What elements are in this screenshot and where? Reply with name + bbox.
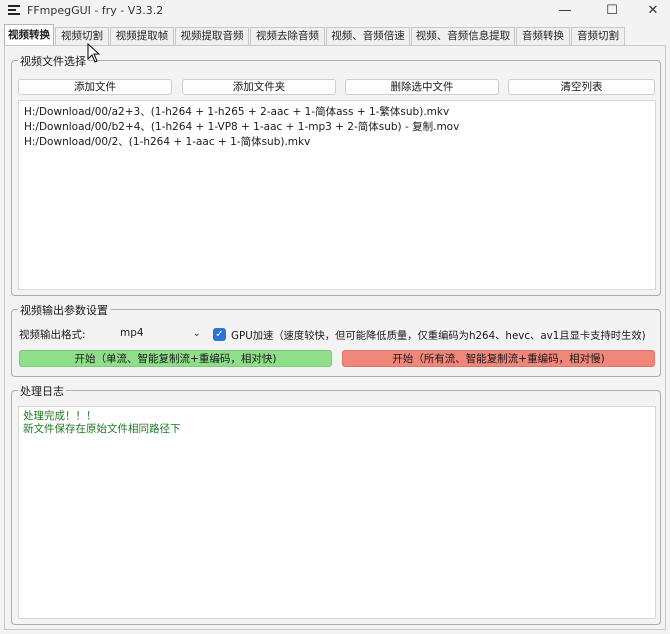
list-item[interactable]: H:/Download/00/a2+3、(1-h264 + 1-h265 + 2… (19, 105, 655, 120)
tab-audio-cut[interactable]: 音频切割 (571, 27, 625, 45)
close-button[interactable]: ✕ (638, 2, 668, 20)
maximize-button[interactable]: ☐ (597, 2, 627, 20)
format-select-value: mp4 (120, 327, 144, 339)
output-settings-group: 视频输出参数设置 视频输出格式: mp4 ⌄ ✓ GPU加速（速度较快，但可能降… (11, 302, 661, 377)
file-select-title: 视频文件选择 (18, 53, 88, 69)
start-fast-button[interactable]: 开始（单流、智能复制流+重编码，相对快) (19, 350, 332, 367)
log-group: 处理日志 处理完成！！！ 新文件保存在原始文件相同路径下 (11, 383, 661, 625)
chevron-down-icon: ⌄ (192, 328, 201, 339)
tab-video-convert[interactable]: 视频转换 (4, 24, 54, 46)
tab-panel-video-convert: 视频文件选择 添加文件 添加文件夹 删除选中文件 清空列表 H:/Downloa… (4, 45, 666, 630)
start-slow-button[interactable]: 开始（所有流、智能复制流+重编码，相对慢) (342, 350, 655, 367)
tab-speed[interactable]: 视频、音频倍速 (326, 27, 410, 45)
tab-video-extract-frame[interactable]: 视频提取帧 (110, 27, 174, 45)
clear-list-button[interactable]: 清空列表 (508, 79, 655, 95)
log-title: 处理日志 (18, 383, 66, 399)
format-select[interactable]: mp4 ⌄ (113, 325, 207, 343)
list-item[interactable]: H:/Download/00/2、(1-h264 + 1-aac + 1-简体s… (19, 135, 655, 150)
delete-selected-button[interactable]: 删除选中文件 (345, 79, 499, 95)
mouse-cursor-icon (87, 43, 101, 63)
output-settings-title: 视频输出参数设置 (18, 302, 110, 318)
log-line: 新文件保存在原始文件相同路径下 (23, 423, 181, 435)
tab-video-extract-audio[interactable]: 视频提取音频 (175, 27, 249, 45)
title-bar: FFmpegGUI - fry - V3.3.2 — ☐ ✕ (0, 0, 670, 22)
tab-video-remove-audio[interactable]: 视频去除音频 (250, 27, 325, 45)
file-list[interactable]: H:/Download/00/a2+3、(1-h264 + 1-h265 + 2… (18, 100, 656, 290)
tab-bar: 视频转换 视频切割 视频提取帧 视频提取音频 视频去除音频 视频、音频倍速 视频… (4, 24, 666, 46)
tab-audio-convert[interactable]: 音频转换 (516, 27, 570, 45)
menu-icon[interactable] (8, 5, 20, 16)
gpu-checkbox[interactable]: ✓ (213, 328, 226, 341)
window-title: FFmpegGUI - fry - V3.3.2 (27, 4, 164, 17)
log-output[interactable]: 处理完成！！！ 新文件保存在原始文件相同路径下 (18, 406, 656, 619)
tab-info-extract[interactable]: 视频、音频信息提取 (411, 27, 515, 45)
file-select-group: 视频文件选择 添加文件 添加文件夹 删除选中文件 清空列表 H:/Downloa… (11, 53, 661, 296)
minimize-button[interactable]: — (550, 2, 580, 20)
add-file-button[interactable]: 添加文件 (18, 79, 172, 95)
gpu-label: GPU加速（速度较快，但可能降低质量，仅重编码为h264、hevc、av1且显卡… (231, 330, 646, 342)
list-item[interactable]: H:/Download/00/b2+4、(1-h264 + 1-VP8 + 1-… (19, 120, 655, 135)
log-line: 处理完成！！！ (23, 410, 97, 422)
format-label: 视频输出格式: (19, 329, 86, 341)
add-folder-button[interactable]: 添加文件夹 (182, 79, 336, 95)
